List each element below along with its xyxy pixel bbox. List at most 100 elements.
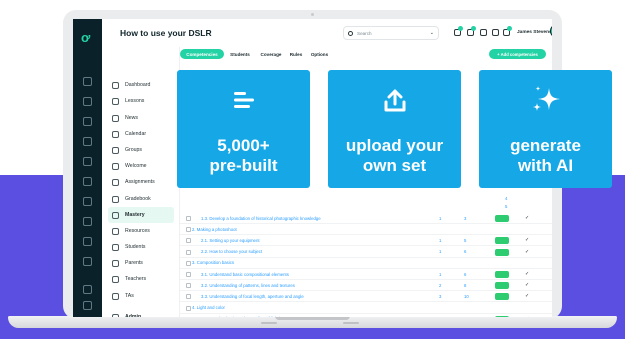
- promo-card-line-2: with AI: [517, 156, 574, 175]
- sidebar-item-parents[interactable]: Parents: [108, 255, 174, 271]
- row-count-evidence[interactable]: 6: [464, 249, 466, 254]
- row-count-assignments[interactable]: 1: [439, 249, 441, 254]
- row-count-evidence[interactable]: 10: [464, 294, 469, 299]
- chevron-down-icon[interactable]: ⌄: [430, 30, 434, 36]
- row-count-assignments[interactable]: 1: [439, 216, 441, 221]
- page-title: How to use your DSLR: [120, 28, 212, 38]
- rail-home-icon[interactable]: [83, 77, 92, 86]
- row-text[interactable]: 3.3. Understanding of focal length, aper…: [201, 294, 304, 299]
- row-count-evidence[interactable]: 8: [464, 283, 466, 288]
- row-checkbox[interactable]: [186, 283, 191, 289]
- tab-rules[interactable]: Rules: [287, 49, 305, 59]
- sidebar-item-lessons[interactable]: Lessons: [108, 93, 174, 109]
- row-text[interactable]: 4. Light and color: [192, 305, 225, 310]
- rail-book-icon[interactable]: [83, 157, 92, 166]
- avatar[interactable]: [550, 24, 552, 38]
- row-text[interactable]: 1.3. Develop a foundation of historical …: [201, 216, 321, 221]
- sidebar-item-tas[interactable]: TAs: [108, 288, 174, 304]
- row-text[interactable]: 2. Making a photoshoot: [192, 227, 237, 232]
- row-count-assignments[interactable]: 3: [439, 316, 441, 317]
- row-checkbox[interactable]: [186, 272, 191, 277]
- add-competencies-button[interactable]: + Add competencies: [489, 49, 546, 59]
- row-count-evidence[interactable]: 4: [464, 316, 466, 317]
- section-row[interactable]: 3. Composition basics: [180, 258, 552, 269]
- laptop-foot-left: [261, 322, 277, 324]
- user-name[interactable]: James Stevens: [517, 30, 552, 35]
- sidebar-item-gradebook[interactable]: Gradebook: [108, 191, 174, 207]
- rail-people-icon[interactable]: [83, 137, 92, 146]
- admin-icon: [112, 313, 119, 317]
- row-count-evidence[interactable]: 6: [464, 272, 466, 277]
- sidebar-item-dashboard[interactable]: Dashboard: [108, 77, 174, 93]
- row-checkbox[interactable]: [186, 294, 191, 300]
- calendar-icon: [112, 130, 119, 138]
- search-icon: [348, 30, 353, 36]
- rail-card-icon[interactable]: [83, 257, 92, 266]
- table-row[interactable]: 3.3. Understanding of focal length, aper…: [180, 291, 552, 303]
- sidebar-item-news[interactable]: News: [108, 110, 174, 126]
- tab-options[interactable]: Options: [307, 49, 332, 59]
- sidebar-item-label: Groups: [125, 147, 143, 153]
- row-text[interactable]: 3.1. Understand basic compositional elem…: [201, 272, 289, 277]
- rail-settings-icon[interactable]: [83, 285, 92, 294]
- search-input[interactable]: Search ⌄: [343, 26, 439, 40]
- rail-tree-icon[interactable]: [83, 217, 92, 226]
- rail-help-icon[interactable]: [83, 301, 92, 310]
- row-text[interactable]: 3. Composition basics: [192, 260, 234, 265]
- assignments-icon: [112, 178, 119, 186]
- mastery-status-bar: [495, 248, 509, 256]
- mastery-status-bar: [495, 271, 509, 278]
- rail-chart-icon[interactable]: [83, 197, 92, 206]
- tab-students[interactable]: Students: [226, 49, 254, 59]
- row-text[interactable]: 4.1. Develop basic understanding of ligh…: [201, 316, 284, 317]
- sidebar-item-teachers[interactable]: Teachers: [108, 271, 174, 287]
- table-row[interactable]: 2.1. Setting up your equipment 1 5 ✓: [180, 235, 552, 247]
- table-row[interactable]: 2.2. How to choose your subject 1 6 ✓: [180, 247, 552, 258]
- rail-user-icon[interactable]: [83, 177, 92, 186]
- checkmark-icon: ✓: [525, 316, 529, 317]
- row-checkbox[interactable]: [186, 260, 191, 266]
- sidebar-item-assignments[interactable]: Assignments: [108, 174, 174, 190]
- row-checkbox[interactable]: [186, 227, 191, 233]
- rail-org-icon[interactable]: [83, 97, 92, 106]
- row-count-evidence[interactable]: 5: [464, 238, 466, 243]
- sidebar: Dashboard Lessons News Calendar Groups Welcom…: [102, 47, 180, 317]
- row-count-assignments[interactable]: 2: [439, 283, 441, 288]
- sidebar-item-resources[interactable]: Resources: [108, 223, 174, 239]
- row-count-assignments[interactable]: 1: [439, 272, 441, 277]
- sidebar-item-label: Gradebook: [125, 196, 151, 202]
- section-row[interactable]: 2. Making a photoshoot: [180, 224, 552, 236]
- table-row[interactable]: 1.3. Develop a foundation of historical …: [180, 213, 552, 224]
- row-text[interactable]: 2.1. Setting up your equipment: [201, 238, 260, 243]
- rail-globe-icon[interactable]: [83, 117, 92, 126]
- table-row[interactable]: 3.1. Understand basic compositional elem…: [180, 269, 552, 280]
- row-checkbox[interactable]: [186, 305, 191, 311]
- sidebar-item-welcome[interactable]: Welcome: [108, 158, 174, 174]
- trash-icon[interactable]: [492, 29, 499, 36]
- row-checkbox[interactable]: [186, 216, 191, 221]
- row-text[interactable]: 2.2. How to choose your subject: [201, 249, 262, 254]
- calendar-icon[interactable]: [480, 29, 487, 36]
- row-count-assignments[interactable]: 3: [439, 294, 441, 299]
- row-checkbox[interactable]: [186, 249, 191, 255]
- sidebar-item-label: News: [125, 115, 138, 121]
- sidebar-item-calendar[interactable]: Calendar: [108, 126, 174, 142]
- row-text[interactable]: 3.2. Understanding of patterns, lines an…: [201, 283, 295, 288]
- promo-card-2: upload your own set: [328, 70, 461, 188]
- table-row[interactable]: 4.1. Develop basic understanding of ligh…: [180, 314, 552, 317]
- sidebar-item-admin[interactable]: Admin: [108, 309, 174, 317]
- sidebar-item-mastery[interactable]: Mastery: [108, 207, 174, 223]
- app-logo-icon[interactable]: ơ: [81, 31, 95, 44]
- notification-dot-icon: [458, 26, 463, 31]
- row-count-evidence[interactable]: 3: [464, 216, 466, 221]
- teachers-icon: [112, 275, 119, 283]
- tab-competencies[interactable]: Competencies: [180, 49, 224, 59]
- row-checkbox[interactable]: [186, 238, 191, 244]
- rail-mail-icon[interactable]: [83, 237, 92, 246]
- sidebar-item-groups[interactable]: Groups: [108, 142, 174, 158]
- table-row[interactable]: 3.2. Understanding of patterns, lines an…: [180, 280, 552, 292]
- tab-coverage[interactable]: Coverage: [256, 49, 286, 59]
- sidebar-item-students[interactable]: Students: [108, 239, 174, 255]
- row-count-assignments[interactable]: 1: [439, 238, 441, 243]
- section-row[interactable]: 4. Light and color: [180, 303, 552, 314]
